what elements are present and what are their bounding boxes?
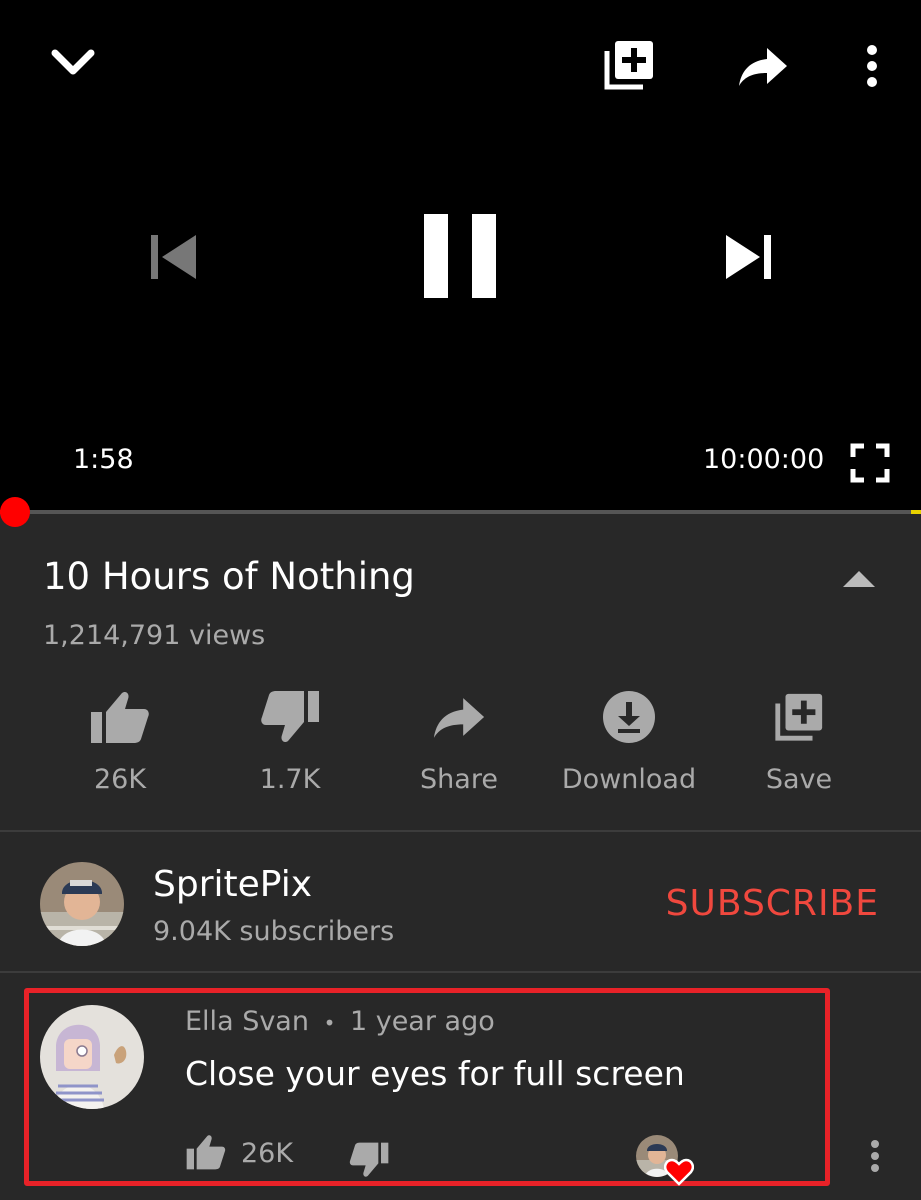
video-player[interactable]: 1:58 10:00:00 bbox=[0, 0, 921, 512]
comment-text: Close your eyes for full screen bbox=[185, 1054, 685, 1093]
fullscreen-button[interactable] bbox=[846, 440, 894, 486]
more-vertical-icon bbox=[871, 1140, 879, 1172]
add-to-playlist-button[interactable] bbox=[598, 36, 660, 94]
more-vertical-icon bbox=[867, 45, 877, 87]
thumbs-down-icon bbox=[261, 691, 319, 743]
chevron-up-icon bbox=[843, 571, 875, 587]
comment-more-button[interactable] bbox=[860, 1136, 890, 1176]
channel-avatar-image bbox=[40, 862, 124, 946]
share-top-button[interactable] bbox=[732, 40, 794, 92]
pause-icon bbox=[424, 214, 496, 298]
share-button[interactable]: Share bbox=[374, 680, 544, 795]
playlist-add-icon bbox=[775, 693, 823, 741]
save-label: Save bbox=[765, 764, 833, 795]
view-count: 1,214,791 views bbox=[43, 620, 266, 651]
save-button[interactable]: Save bbox=[714, 680, 884, 795]
commenter-avatar-image bbox=[40, 1005, 144, 1109]
playlist-add-icon bbox=[604, 41, 653, 90]
comment-timestamp: 1 year ago bbox=[349, 1006, 495, 1037]
divider bbox=[0, 830, 921, 832]
comment-dislike-button[interactable] bbox=[346, 1140, 392, 1180]
thumbs-down-icon bbox=[349, 1142, 389, 1177]
subscriber-count: 9.04K subscribers bbox=[153, 916, 395, 947]
action-bar: 26K 1.7K Share Download Save bbox=[0, 680, 921, 810]
progress-end-marker bbox=[911, 510, 921, 514]
like-count: 26K bbox=[93, 764, 147, 795]
skip-previous-icon bbox=[151, 235, 196, 279]
channel-avatar[interactable] bbox=[40, 862, 124, 946]
channel-name[interactable]: SpritePix bbox=[153, 864, 312, 905]
dislike-button[interactable]: 1.7K bbox=[205, 680, 375, 795]
thumbs-up-icon bbox=[91, 691, 149, 743]
dislike-count: 1.7K bbox=[259, 764, 321, 795]
pause-button[interactable] bbox=[412, 206, 508, 306]
duration: 10:00:00 bbox=[703, 444, 825, 475]
download-label: Download bbox=[561, 764, 697, 795]
collapse-description-button[interactable] bbox=[836, 562, 882, 596]
share-arrow-icon bbox=[739, 48, 787, 86]
comment-like-button[interactable] bbox=[183, 1132, 229, 1172]
fullscreen-icon bbox=[850, 443, 890, 483]
share-arrow-icon bbox=[433, 698, 485, 738]
comment-like-count: 26K bbox=[241, 1138, 294, 1169]
like-button[interactable]: 26K bbox=[35, 680, 205, 795]
heart-icon bbox=[663, 1158, 695, 1186]
divider bbox=[0, 971, 921, 973]
video-title: 10 Hours of Nothing bbox=[43, 555, 415, 598]
skip-next-icon bbox=[726, 235, 771, 279]
next-button[interactable] bbox=[716, 228, 782, 286]
creator-heart-badge bbox=[663, 1158, 695, 1190]
comment-author[interactable]: Ella Svan bbox=[185, 1006, 309, 1037]
download-icon bbox=[603, 691, 655, 743]
minimize-button[interactable] bbox=[44, 40, 102, 86]
download-button[interactable]: Download bbox=[544, 680, 714, 795]
comment-meta: Ella Svan • 1 year ago bbox=[185, 1006, 495, 1037]
subscribe-button[interactable]: SUBSCRIBE bbox=[666, 883, 879, 924]
meta-separator: • bbox=[323, 1011, 336, 1035]
commenter-avatar[interactable] bbox=[40, 1005, 144, 1109]
more-options-button[interactable] bbox=[852, 40, 892, 92]
share-label: Share bbox=[420, 764, 498, 795]
progress-bar[interactable] bbox=[0, 497, 921, 527]
current-time: 1:58 bbox=[73, 444, 134, 475]
scrubber-handle[interactable] bbox=[0, 497, 30, 527]
previous-button[interactable] bbox=[140, 228, 206, 286]
thumbs-up-icon bbox=[186, 1135, 226, 1170]
chevron-down-icon bbox=[51, 49, 95, 75]
